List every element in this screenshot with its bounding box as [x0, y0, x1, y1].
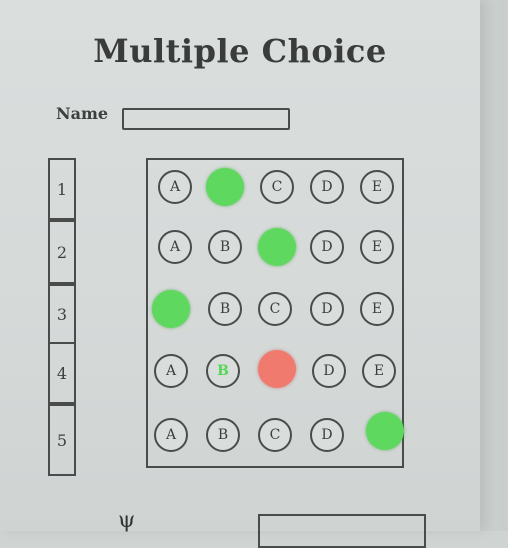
bubble-q4-d[interactable]: D — [312, 354, 346, 388]
bubble-q3-b[interactable]: B — [208, 292, 242, 326]
answer-sheet: Multiple Choice Name 1 2 3 4 5 A C D E A… — [0, 0, 480, 548]
bubble-q5-d[interactable]: D — [310, 418, 344, 452]
handwritten-mark: ψ — [118, 508, 136, 533]
bubble-q3-c[interactable]: C — [258, 292, 292, 326]
bubble-q2-e[interactable]: E — [360, 230, 394, 264]
bubble-q5-c[interactable]: C — [258, 418, 292, 452]
bubble-q1-a[interactable]: A — [158, 170, 192, 204]
question-number-5: 5 — [48, 404, 76, 476]
bubble-q1-c[interactable]: C — [260, 170, 294, 204]
bubble-q5-b[interactable]: B — [206, 418, 240, 452]
bubble-q2-b[interactable]: B — [208, 230, 242, 264]
name-field[interactable] — [122, 108, 290, 130]
bubble-q4-b-correct-answer[interactable]: B — [206, 354, 240, 388]
bubble-q5-a[interactable]: A — [154, 418, 188, 452]
question-number-1: 1 — [48, 158, 76, 220]
bubble-q1-b-filled[interactable] — [206, 168, 244, 206]
name-label: Name — [56, 104, 109, 123]
bubble-q4-e[interactable]: E — [362, 354, 396, 388]
bubble-q2-a[interactable]: A — [158, 230, 192, 264]
bubble-grid: A C D E A B D E B C D E A B D E A B C D — [146, 158, 404, 468]
question-number-4: 4 — [48, 342, 76, 404]
bubble-q3-e[interactable]: E — [360, 292, 394, 326]
score-box — [258, 514, 426, 548]
bubble-q4-a[interactable]: A — [154, 354, 188, 388]
bubble-q3-d[interactable]: D — [310, 292, 344, 326]
bubble-q2-c-filled[interactable] — [258, 228, 296, 266]
bubble-q3-a-filled[interactable] — [152, 290, 190, 328]
bubble-q5-e-filled[interactable] — [366, 412, 404, 450]
bubble-q1-e[interactable]: E — [360, 170, 394, 204]
question-number-2: 2 — [48, 220, 76, 284]
question-number-3: 3 — [48, 284, 76, 344]
bubble-q4-c-filled-incorrect[interactable] — [258, 350, 296, 388]
bubble-q1-d[interactable]: D — [310, 170, 344, 204]
bubble-q2-d[interactable]: D — [310, 230, 344, 264]
sheet-title: Multiple Choice — [93, 32, 387, 70]
